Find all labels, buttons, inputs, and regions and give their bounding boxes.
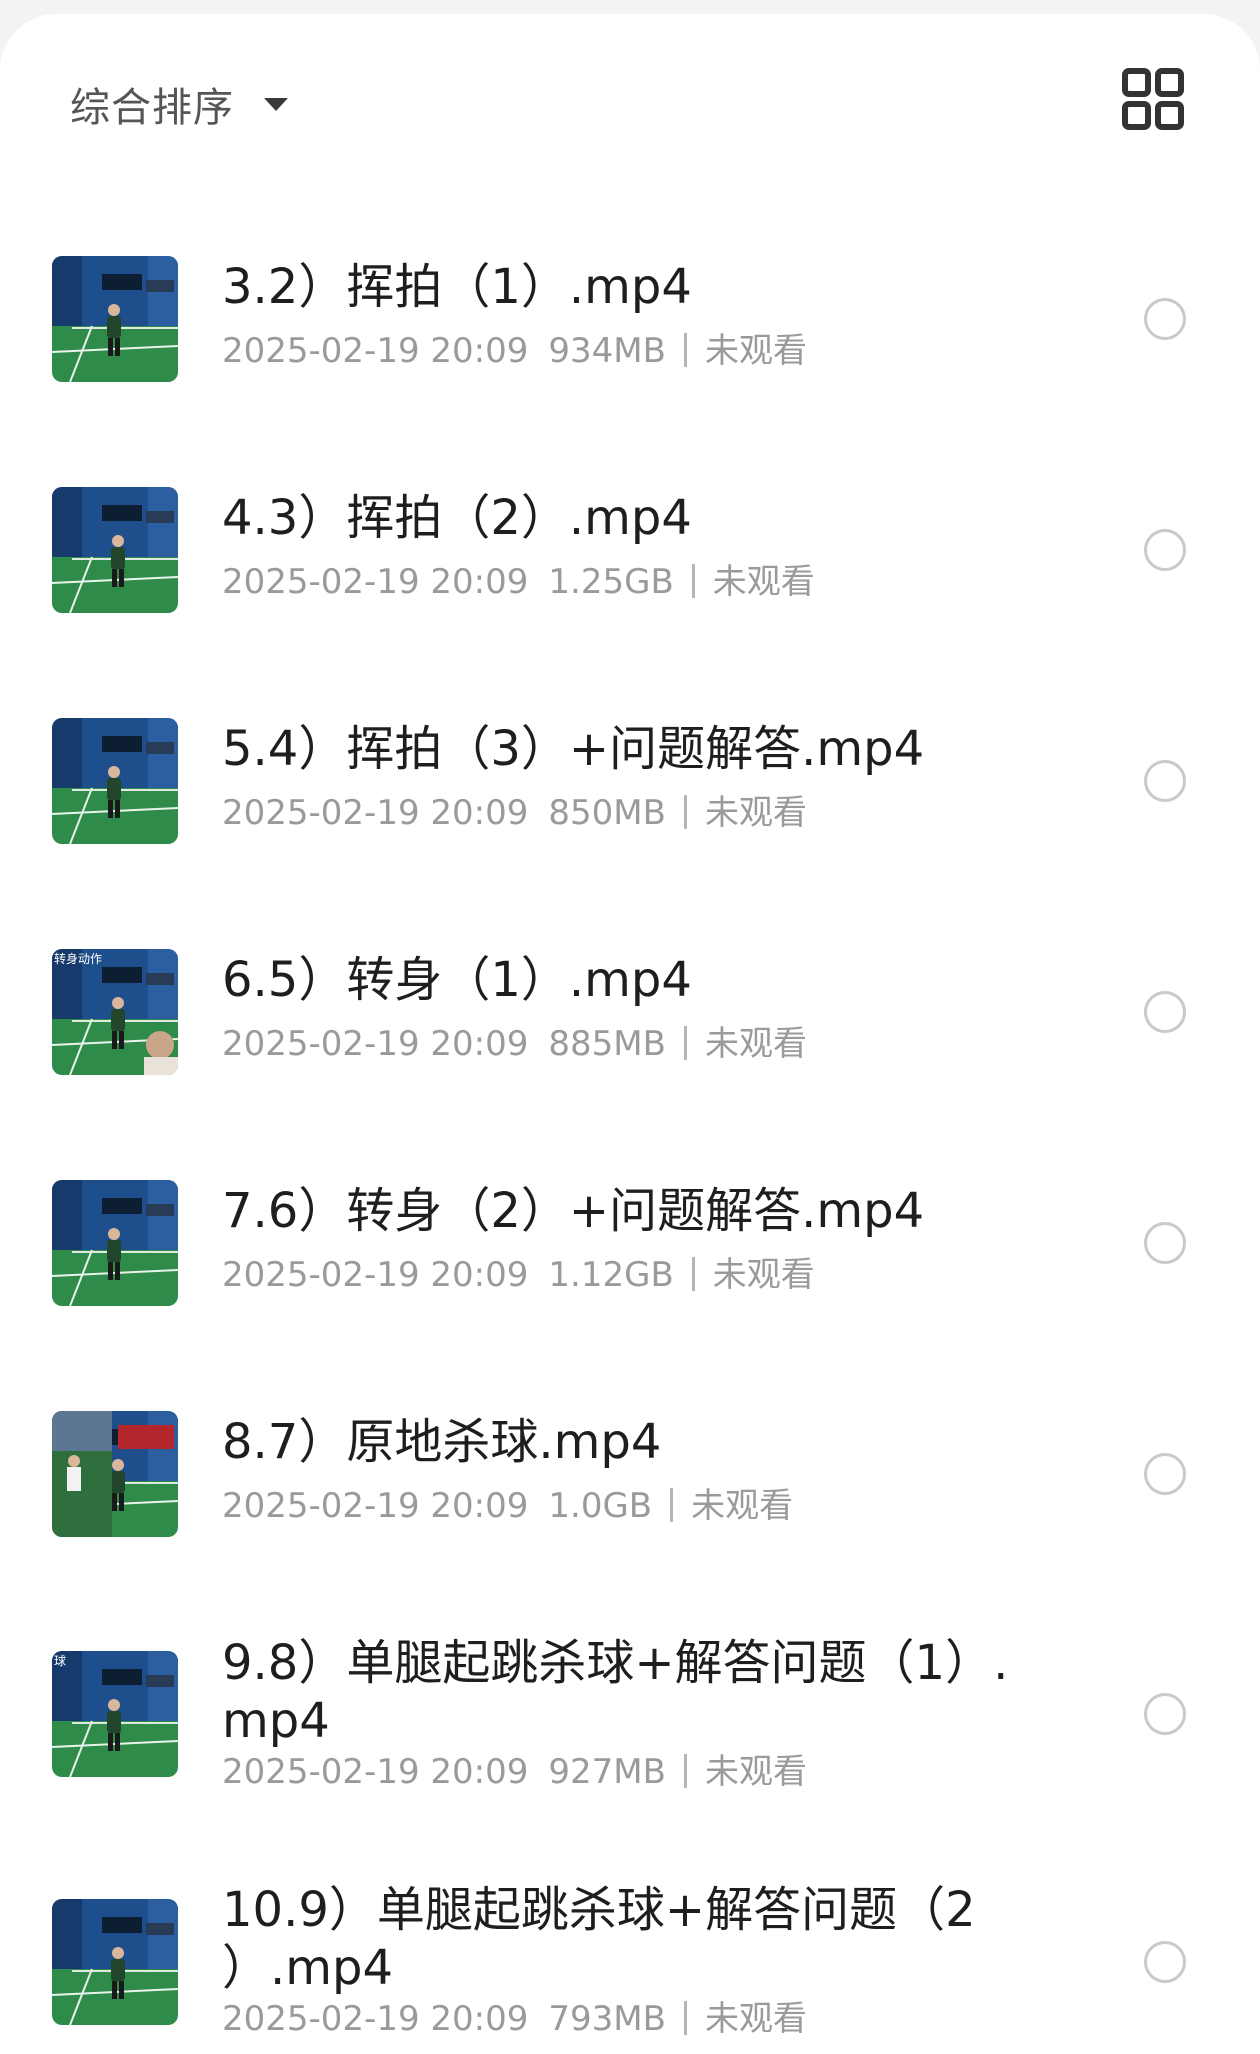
video-size: 927MB xyxy=(548,1752,666,1792)
video-title: 6.5）转身（1）.mp4 xyxy=(222,952,692,1008)
video-thumbnail-image: 球 xyxy=(52,1651,178,1777)
video-title: mp4 xyxy=(222,1693,330,1749)
video-title: 9.8）单腿起跳杀球+解答问题（1）. xyxy=(222,1635,1009,1691)
video-meta: 2025-02-19 20:09 1.12GB 未观看 xyxy=(222,1254,815,1296)
video-size: 885MB xyxy=(548,1024,666,1064)
video-meta: 2025-02-19 20:09 1.0GB 未观看 xyxy=(222,1485,793,1527)
video-size: 934MB xyxy=(548,331,666,371)
video-thumbnail-image xyxy=(52,487,178,613)
video-thumbnail[interactable] xyxy=(52,1180,178,1306)
video-size: 850MB xyxy=(548,793,666,833)
watch-status: 未观看 xyxy=(704,1752,807,1792)
sort-label: 综合排序 xyxy=(70,85,234,131)
watch-status: 未观看 xyxy=(712,562,815,602)
video-title: 4.3）挥拍（2）.mp4 xyxy=(222,490,692,546)
video-meta: 2025-02-19 20:09 1.25GB 未观看 xyxy=(222,561,815,603)
video-size: 793MB xyxy=(548,1999,666,2039)
sort-dropdown-button[interactable]: 综合排序 xyxy=(70,64,288,144)
select-radio[interactable] xyxy=(1144,529,1186,571)
meta-divider xyxy=(691,564,695,598)
video-title: ）.mp4 xyxy=(222,1940,394,1996)
list-toolbar: 综合排序 xyxy=(0,14,1260,184)
video-date: 2025-02-19 20:09 xyxy=(222,562,529,602)
video-date: 2025-02-19 20:09 xyxy=(222,1255,529,1295)
video-meta: 2025-02-19 20:09 934MB 未观看 xyxy=(222,330,807,372)
meta-divider xyxy=(683,1026,687,1060)
select-radio[interactable] xyxy=(1144,298,1186,340)
select-radio[interactable] xyxy=(1144,1222,1186,1264)
video-thumbnail[interactable] xyxy=(52,1411,178,1537)
meta-divider xyxy=(683,333,687,367)
video-thumbnail-image xyxy=(52,1411,178,1537)
video-size: 1.12GB xyxy=(548,1255,674,1295)
select-radio[interactable] xyxy=(1144,991,1186,1033)
video-date: 2025-02-19 20:09 xyxy=(222,1486,529,1526)
video-thumbnail-image xyxy=(52,256,178,382)
video-date: 2025-02-19 20:09 xyxy=(222,1999,529,2039)
watch-status: 未观看 xyxy=(704,331,807,371)
meta-divider xyxy=(683,1754,687,1788)
meta-divider xyxy=(683,795,687,829)
video-title: 10.9）单腿起跳杀球+解答问题（2 xyxy=(222,1882,976,1938)
video-thumbnail-image: 转身动作 xyxy=(52,949,178,1075)
watch-status: 未观看 xyxy=(704,1999,807,2039)
video-size: 1.0GB xyxy=(548,1486,653,1526)
watch-status: 未观看 xyxy=(712,1255,815,1295)
video-meta: 2025-02-19 20:09 850MB 未观看 xyxy=(222,792,807,834)
select-radio[interactable] xyxy=(1144,760,1186,802)
video-size: 1.25GB xyxy=(548,562,674,602)
video-title: 7.6）转身（2）+问题解答.mp4 xyxy=(222,1183,925,1239)
file-list-sheet: 综合排序 3.2）挥拍（1）.mp4 2025-02-19 20:09 934MB 未… xyxy=(0,14,1260,2054)
video-title: 5.4）挥拍（3）+问题解答.mp4 xyxy=(222,721,925,777)
watch-status: 未观看 xyxy=(704,1024,807,1064)
video-date: 2025-02-19 20:09 xyxy=(222,793,529,833)
select-radio[interactable] xyxy=(1144,1941,1186,1983)
video-title: 8.7）原地杀球.mp4 xyxy=(222,1414,662,1470)
select-radio[interactable] xyxy=(1144,1453,1186,1495)
video-thumbnail-image xyxy=(52,1899,178,2025)
video-meta: 2025-02-19 20:09 793MB 未观看 xyxy=(222,1998,807,2040)
thumbnail-caption: 球 xyxy=(54,1654,66,1668)
watch-status: 未观看 xyxy=(704,793,807,833)
video-thumbnail[interactable] xyxy=(52,487,178,613)
thumbnail-caption: 转身动作 xyxy=(54,951,102,966)
video-thumbnail[interactable] xyxy=(52,718,178,844)
video-thumbnail[interactable]: 转身动作 xyxy=(52,949,178,1075)
video-thumbnail-image xyxy=(52,1180,178,1306)
video-date: 2025-02-19 20:09 xyxy=(222,1024,529,1064)
meta-divider xyxy=(683,2001,687,2035)
video-thumbnail[interactable] xyxy=(52,1899,178,2025)
caret-down-icon xyxy=(264,97,288,111)
video-meta: 2025-02-19 20:09 885MB 未观看 xyxy=(222,1023,807,1065)
meta-divider xyxy=(670,1488,674,1522)
video-title: 3.2）挥拍（1）.mp4 xyxy=(222,259,692,315)
select-radio[interactable] xyxy=(1144,1693,1186,1735)
grid-view-icon xyxy=(1122,68,1184,130)
video-date: 2025-02-19 20:09 xyxy=(222,1752,529,1792)
video-thumbnail[interactable]: 球 xyxy=(52,1651,178,1777)
grid-view-button[interactable] xyxy=(1120,66,1186,132)
video-thumbnail-image xyxy=(52,718,178,844)
watch-status: 未观看 xyxy=(691,1486,794,1526)
video-date: 2025-02-19 20:09 xyxy=(222,331,529,371)
video-thumbnail[interactable] xyxy=(52,256,178,382)
video-meta: 2025-02-19 20:09 927MB 未观看 xyxy=(222,1751,807,1793)
meta-divider xyxy=(691,1257,695,1291)
